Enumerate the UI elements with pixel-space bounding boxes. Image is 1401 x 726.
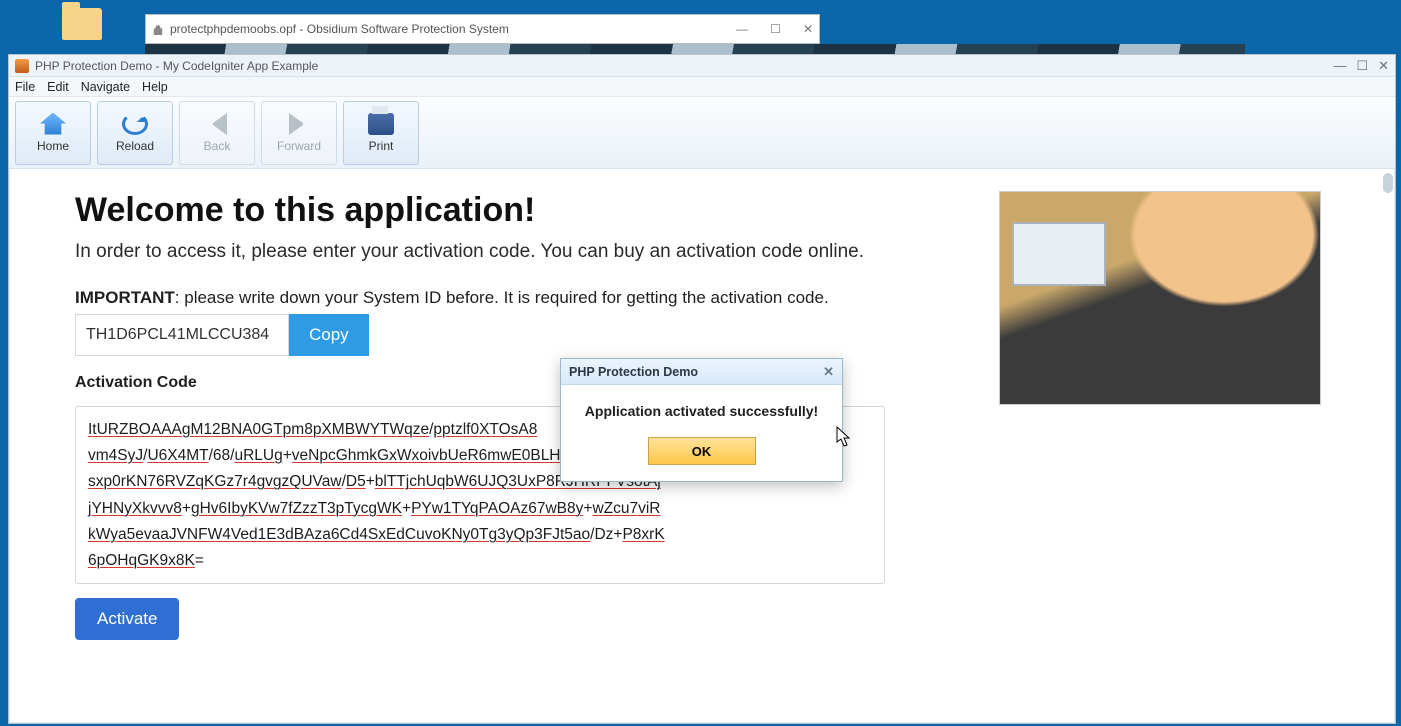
reload-label: Reload	[116, 139, 154, 153]
background-window-title: protectphpdemoobs.opf - Obsidium Softwar…	[170, 22, 509, 36]
minimize-icon[interactable]: —	[736, 22, 748, 36]
hero-image	[999, 191, 1321, 405]
desktop-folder-icon[interactable]	[62, 8, 102, 40]
forward-arrow-icon	[289, 113, 315, 135]
dialog-title: PHP Protection Demo	[569, 365, 698, 379]
background-window-controls[interactable]: — ☐ ✕	[736, 22, 813, 36]
home-icon	[40, 113, 66, 135]
desktop-background: protectphpdemoobs.opf - Obsidium Softwar…	[0, 0, 1401, 726]
copy-button[interactable]: Copy	[289, 314, 369, 356]
window-title: PHP Protection Demo - My CodeIgniter App…	[35, 59, 318, 73]
toolbar: Home Reload Back Forward Print	[9, 97, 1395, 169]
dialog-titlebar[interactable]: PHP Protection Demo ✕	[561, 359, 842, 385]
dialog-message: Application activated successfully!	[575, 403, 828, 419]
back-arrow-icon	[201, 113, 227, 135]
activate-button[interactable]: Activate	[75, 598, 179, 640]
reload-button[interactable]: Reload	[97, 101, 173, 165]
activation-dialog: PHP Protection Demo ✕ Application activa…	[560, 358, 843, 482]
background-window-titlebar: protectphpdemoobs.opf - Obsidium Softwar…	[145, 14, 820, 44]
important-label: IMPORTANT	[75, 288, 175, 307]
dialog-ok-button[interactable]: OK	[648, 437, 756, 465]
print-button[interactable]: Print	[343, 101, 419, 165]
menu-navigate[interactable]: Navigate	[81, 80, 130, 94]
forward-button[interactable]: Forward	[261, 101, 337, 165]
dialog-close-icon[interactable]: ✕	[823, 364, 834, 380]
page-lead: In order to access it, please enter your…	[75, 238, 895, 266]
menu-edit[interactable]: Edit	[47, 80, 69, 94]
app-icon	[15, 59, 29, 73]
maximize-icon[interactable]: ☐	[1356, 58, 1368, 74]
system-id-input[interactable]	[75, 314, 289, 356]
back-button[interactable]: Back	[179, 101, 255, 165]
forward-label: Forward	[277, 139, 321, 153]
vertical-scrollbar[interactable]	[1383, 173, 1393, 193]
reload-icon	[122, 113, 148, 135]
titlebar[interactable]: PHP Protection Demo - My CodeIgniter App…	[9, 55, 1395, 77]
print-icon	[368, 113, 394, 135]
home-label: Home	[37, 139, 69, 153]
menu-help[interactable]: Help	[142, 80, 168, 94]
minimize-icon[interactable]: —	[1333, 58, 1346, 74]
print-label: Print	[369, 139, 394, 153]
menu-file[interactable]: File	[15, 80, 35, 94]
close-icon[interactable]: ✕	[803, 22, 813, 36]
mouse-cursor-icon	[836, 426, 852, 448]
maximize-icon[interactable]: ☐	[770, 22, 781, 36]
home-button[interactable]: Home	[15, 101, 91, 165]
important-text: : please write down your System ID befor…	[175, 288, 829, 307]
menubar[interactable]: File Edit Navigate Help	[9, 77, 1395, 97]
back-label: Back	[204, 139, 231, 153]
close-icon[interactable]: ✕	[1378, 58, 1389, 74]
lock-icon	[152, 23, 164, 35]
